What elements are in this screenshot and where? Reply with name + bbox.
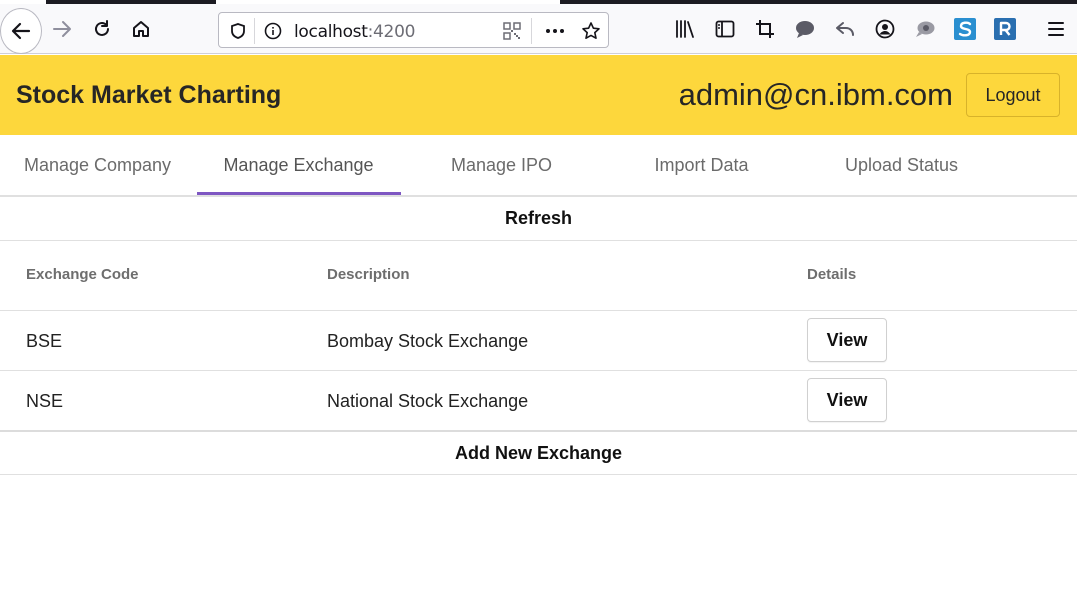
chat-extension-button[interactable] xyxy=(790,11,820,47)
chat-bubble-icon xyxy=(796,21,814,38)
speech-extension-button[interactable] xyxy=(910,11,940,47)
column-header-details: Details xyxy=(807,266,857,283)
logout-button[interactable]: Logout xyxy=(966,73,1060,117)
library-button[interactable] xyxy=(670,11,700,47)
arrow-right-icon xyxy=(53,21,71,37)
app-title: Stock Market Charting xyxy=(16,81,282,109)
user-email: admin@cn.ibm.com xyxy=(678,77,953,112)
add-new-exchange-button[interactable]: Add New Exchange xyxy=(0,432,1077,474)
view-button[interactable]: View xyxy=(807,378,887,422)
active-tab-indicator xyxy=(197,192,401,195)
library-icon xyxy=(676,20,694,38)
reply-arrow-icon xyxy=(836,22,854,36)
tab-upload-status[interactable]: Upload Status xyxy=(800,135,1003,195)
sidebar-button[interactable] xyxy=(710,11,740,47)
reload-button[interactable] xyxy=(87,11,117,47)
arrow-left-icon xyxy=(11,22,31,40)
undo-extension-button[interactable] xyxy=(830,11,860,47)
description-cell: National Stock Exchange xyxy=(327,391,529,411)
tab-manage-company[interactable]: Manage Company xyxy=(0,135,199,195)
menu-button[interactable] xyxy=(1041,11,1071,47)
reload-icon xyxy=(95,20,109,36)
bookmark-star-icon[interactable] xyxy=(581,21,601,41)
r-extension-button[interactable] xyxy=(990,11,1020,47)
shield-icon[interactable] xyxy=(228,21,248,41)
home-button[interactable] xyxy=(126,11,156,47)
url-bar[interactable]: localhost:4200 xyxy=(218,12,609,48)
divider xyxy=(0,310,1077,311)
account-icon xyxy=(875,19,895,39)
hamburger-menu-icon xyxy=(1048,22,1064,36)
sidebar-icon xyxy=(715,20,735,38)
divider xyxy=(0,474,1077,475)
exchange-code-cell: BSE xyxy=(26,331,63,351)
exchange-code-cell: NSE xyxy=(26,391,64,411)
column-header-description: Description xyxy=(327,266,410,283)
tab-manage-exchange[interactable]: Manage Exchange xyxy=(197,135,400,195)
screenshot-button[interactable] xyxy=(750,11,780,47)
qr-code-icon[interactable] xyxy=(502,21,522,41)
more-actions-icon[interactable] xyxy=(545,21,565,41)
s-logo-icon xyxy=(954,18,976,40)
info-icon[interactable] xyxy=(263,21,283,41)
column-header-exchange-code: Exchange Code xyxy=(26,266,139,283)
home-icon xyxy=(133,21,149,37)
url-text[interactable]: localhost:4200 xyxy=(294,22,415,42)
tab-manage-ipo[interactable]: Manage IPO xyxy=(400,135,603,195)
view-button[interactable]: View xyxy=(807,318,887,362)
divider xyxy=(0,370,1077,371)
r-logo-icon xyxy=(994,18,1016,40)
app-header: Stock Market Charting admin@cn.ibm.com L… xyxy=(0,55,1077,135)
divider xyxy=(0,240,1077,241)
speech-bubble-icon xyxy=(916,21,935,37)
refresh-button[interactable]: Refresh xyxy=(0,197,1077,240)
tab-import-data[interactable]: Import Data xyxy=(600,135,803,195)
s-extension-button[interactable] xyxy=(950,11,980,47)
back-button[interactable] xyxy=(0,8,42,54)
description-cell: Bombay Stock Exchange xyxy=(327,331,529,351)
forward-button[interactable] xyxy=(47,11,77,47)
tab-bar: Manage Company Manage Exchange Manage IP… xyxy=(0,135,1077,197)
crop-icon xyxy=(756,20,774,38)
account-button[interactable] xyxy=(870,11,900,47)
browser-toolbar: localhost:4200 xyxy=(0,4,1077,54)
